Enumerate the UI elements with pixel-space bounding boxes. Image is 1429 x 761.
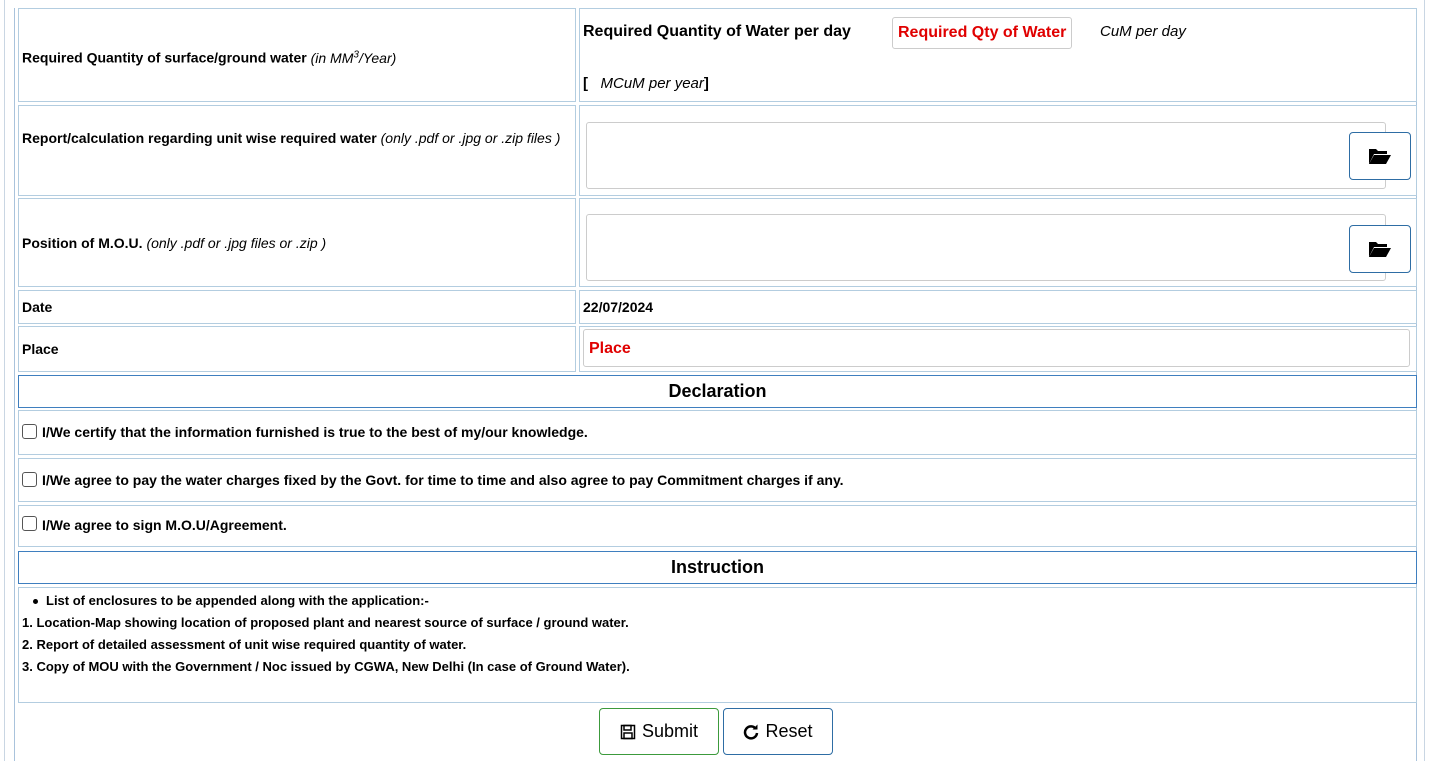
row-report-upload: Report/calculation regarding unit wise r… bbox=[18, 105, 1417, 196]
mou-label-cell: Position of M.O.U. (only .pdf or .jpg fi… bbox=[18, 198, 576, 287]
declaration-item-cell: I/We certify that the information furnis… bbox=[18, 410, 1417, 455]
place-input[interactable]: Place bbox=[583, 329, 1410, 367]
declaration-item-cell: I/We agree to sign M.O.U/Agreement. bbox=[18, 505, 1417, 547]
date-label-cell: Date bbox=[18, 290, 576, 324]
per-year-unit: MCuM per year bbox=[600, 75, 704, 92]
mou-browse-button[interactable] bbox=[1349, 225, 1411, 273]
per-day-quantity-input[interactable]: Required Qty of Water bbox=[892, 17, 1073, 49]
per-year-display: [ MCuM per year] bbox=[583, 75, 709, 92]
declaration-item: I/We agree to sign M.O.U/Agreement. bbox=[18, 505, 1417, 547]
mou-label: Position of M.O.U. (only .pdf or .jpg fi… bbox=[22, 235, 327, 251]
instruction-item: 3. Copy of MOU with the Government / Noc… bbox=[22, 659, 630, 674]
declaration-header: Declaration bbox=[18, 375, 1417, 408]
outer-border-left bbox=[4, 0, 5, 761]
date-value-cell: 22/07/2024 bbox=[579, 290, 1417, 324]
date-label: Date bbox=[22, 299, 53, 315]
sign-mou-label: I/We agree to sign M.O.U/Agreement. bbox=[42, 517, 287, 533]
floppy-disk-icon bbox=[620, 724, 636, 739]
certify-label: I/We certify that the information furnis… bbox=[42, 424, 588, 440]
row-water-quantity: Required Quantity of surface/ground wate… bbox=[18, 8, 1417, 102]
reset-label: Reset bbox=[765, 721, 813, 741]
folder-open-icon bbox=[1369, 242, 1391, 257]
date-value: 22/07/2024 bbox=[583, 299, 654, 315]
declaration-title: Declaration bbox=[18, 375, 1417, 408]
place-label-cell: Place bbox=[18, 326, 576, 372]
declaration-item-cell: I/We agree to pay the water charges fixe… bbox=[18, 458, 1417, 502]
row-date: Date 22/07/2024 bbox=[18, 290, 1417, 324]
water-quantity-input-cell: Required Quantity of Water per day Requi… bbox=[579, 8, 1417, 102]
water-quantity-label: Required Quantity of surface/ground wate… bbox=[22, 49, 397, 66]
water-quantity-label-cell: Required Quantity of surface/ground wate… bbox=[18, 8, 576, 102]
declaration-item: I/We agree to pay the water charges fixe… bbox=[18, 458, 1417, 502]
folder-open-icon bbox=[1369, 149, 1391, 164]
instruction-list: List of enclosures to be appended along … bbox=[18, 587, 1417, 703]
report-upload-cell bbox=[579, 105, 1417, 196]
instruction-body: List of enclosures to be appended along … bbox=[18, 587, 1417, 703]
submit-label: Submit bbox=[641, 721, 699, 741]
report-file-input[interactable] bbox=[586, 122, 1386, 189]
certify-checkbox[interactable] bbox=[22, 424, 37, 439]
instruction-header: Instruction bbox=[18, 551, 1417, 584]
instruction-bullet: List of enclosures to be appended along … bbox=[33, 590, 429, 611]
sign-mou-checkbox[interactable] bbox=[22, 516, 37, 531]
mou-file-input[interactable] bbox=[586, 214, 1386, 281]
report-label-cell: Report/calculation regarding unit wise r… bbox=[18, 105, 576, 196]
place-label: Place bbox=[22, 341, 59, 357]
bullet-icon bbox=[33, 599, 38, 605]
instruction-title: Instruction bbox=[18, 551, 1417, 584]
report-browse-button[interactable] bbox=[1349, 132, 1411, 180]
row-mou-upload: Position of M.O.U. (only .pdf or .jpg fi… bbox=[18, 198, 1417, 287]
submit-button[interactable]: Submit bbox=[599, 708, 719, 755]
water-charges-label: I/We agree to pay the water charges fixe… bbox=[42, 472, 844, 488]
report-label: Report/calculation regarding unit wise r… bbox=[22, 130, 561, 146]
reset-button[interactable]: Reset bbox=[723, 708, 833, 755]
outer-border-right bbox=[1424, 0, 1425, 761]
refresh-icon bbox=[744, 724, 759, 740]
instruction-item: 1. Location-Map showing location of prop… bbox=[22, 615, 629, 630]
place-input-cell: Place bbox=[579, 326, 1417, 372]
per-day-unit: CuM per day bbox=[1100, 23, 1186, 40]
mou-upload-cell bbox=[579, 198, 1417, 287]
declaration-item: I/We certify that the information furnis… bbox=[18, 410, 1417, 455]
row-place: Place Place bbox=[18, 326, 1417, 372]
per-day-label: Required Quantity of Water per day bbox=[583, 23, 851, 40]
instruction-item: 2. Report of detailed assessment of unit… bbox=[22, 637, 467, 652]
water-charges-checkbox[interactable] bbox=[22, 472, 37, 487]
